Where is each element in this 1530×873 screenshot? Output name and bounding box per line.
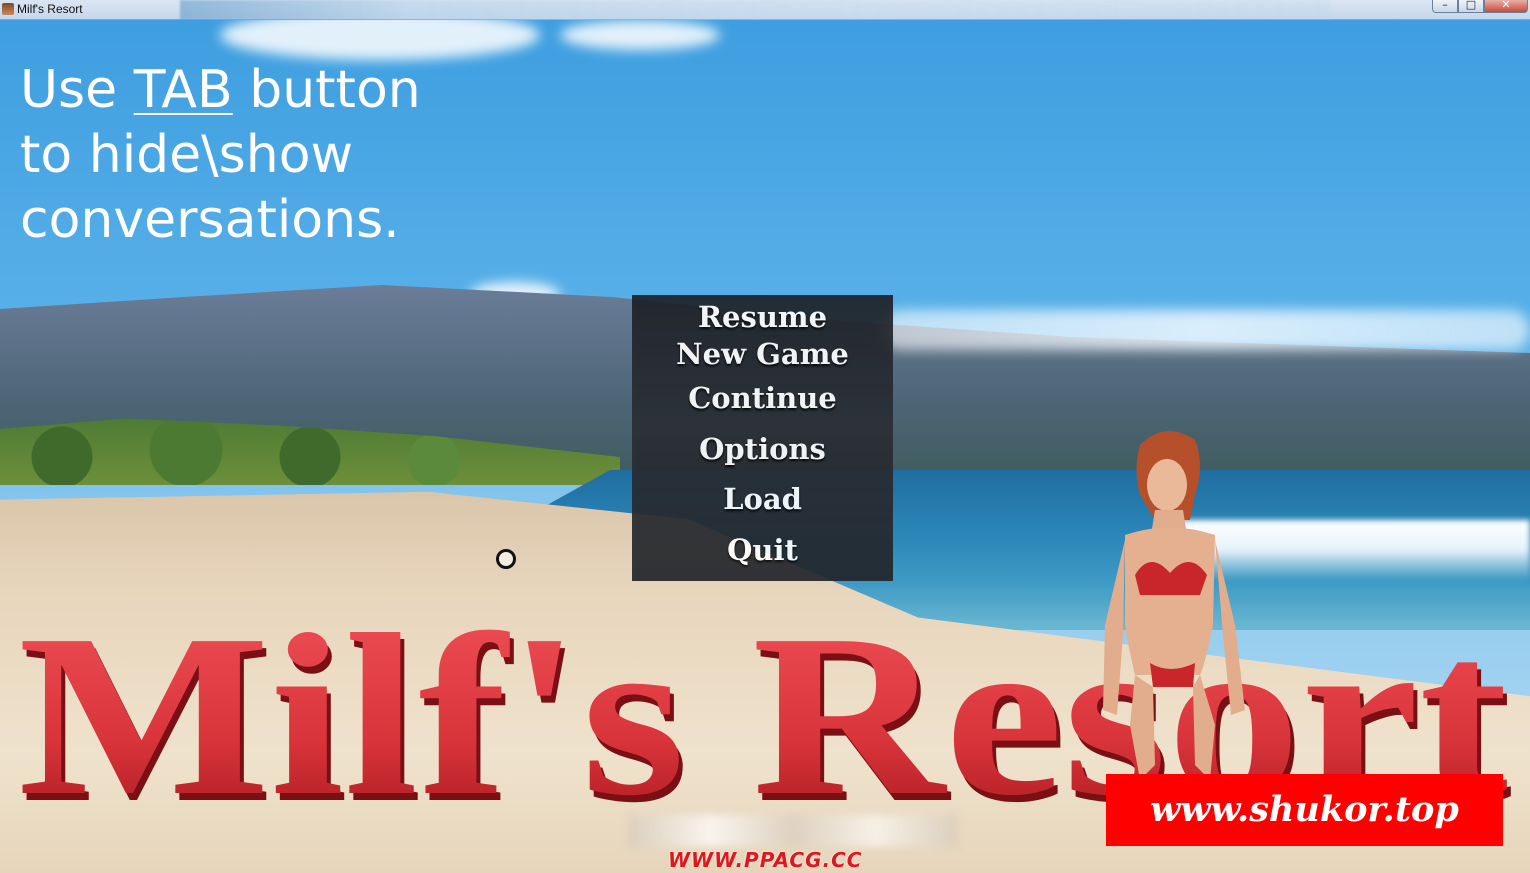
hint-tab-key: TAB [133, 60, 233, 120]
main-menu: Resume New Game Continue Options Load Qu… [632, 295, 893, 581]
hint-line-2: to hide\show [20, 125, 354, 185]
mountain-mist [880, 310, 1530, 350]
tab-hint-text: Use TAB button to hide\show conversation… [20, 58, 520, 253]
menu-load-button[interactable]: Load [632, 473, 893, 525]
maximize-button[interactable]: □ [1458, 0, 1484, 13]
menu-resume-button[interactable]: Resume [632, 297, 893, 337]
blurred-taskbar-strip [180, 0, 1330, 20]
character-woman [1103, 431, 1245, 780]
menu-new-game-button[interactable]: New Game [632, 337, 893, 371]
blurred-strip [628, 815, 958, 847]
hint-line-3: conversations. [20, 190, 400, 250]
menu-continue-button[interactable]: Continue [632, 371, 893, 425]
hint-suffix: button [232, 60, 421, 120]
hint-prefix: Use [20, 60, 134, 120]
maximize-icon: □ [1465, 0, 1477, 11]
close-icon: ✕ [1501, 0, 1511, 11]
cursor-ring-icon [496, 549, 516, 569]
cloud [560, 20, 720, 50]
game-scene[interactable]: Use TAB button to hide\show conversation… [0, 20, 1530, 873]
minimize-icon: – [1442, 0, 1448, 11]
minimize-button[interactable]: – [1432, 0, 1458, 13]
site-watermark: www.shukor.top [1106, 774, 1503, 846]
ppacg-watermark: WWW.PPACG.CC [668, 848, 863, 872]
app-icon [2, 3, 14, 15]
window-title: Milf's Resort [17, 2, 83, 16]
menu-options-button[interactable]: Options [632, 425, 893, 473]
menu-quit-button[interactable]: Quit [632, 525, 893, 575]
window-titlebar: Milf's Resort – □ ✕ [0, 0, 1530, 20]
close-button[interactable]: ✕ [1484, 0, 1528, 13]
